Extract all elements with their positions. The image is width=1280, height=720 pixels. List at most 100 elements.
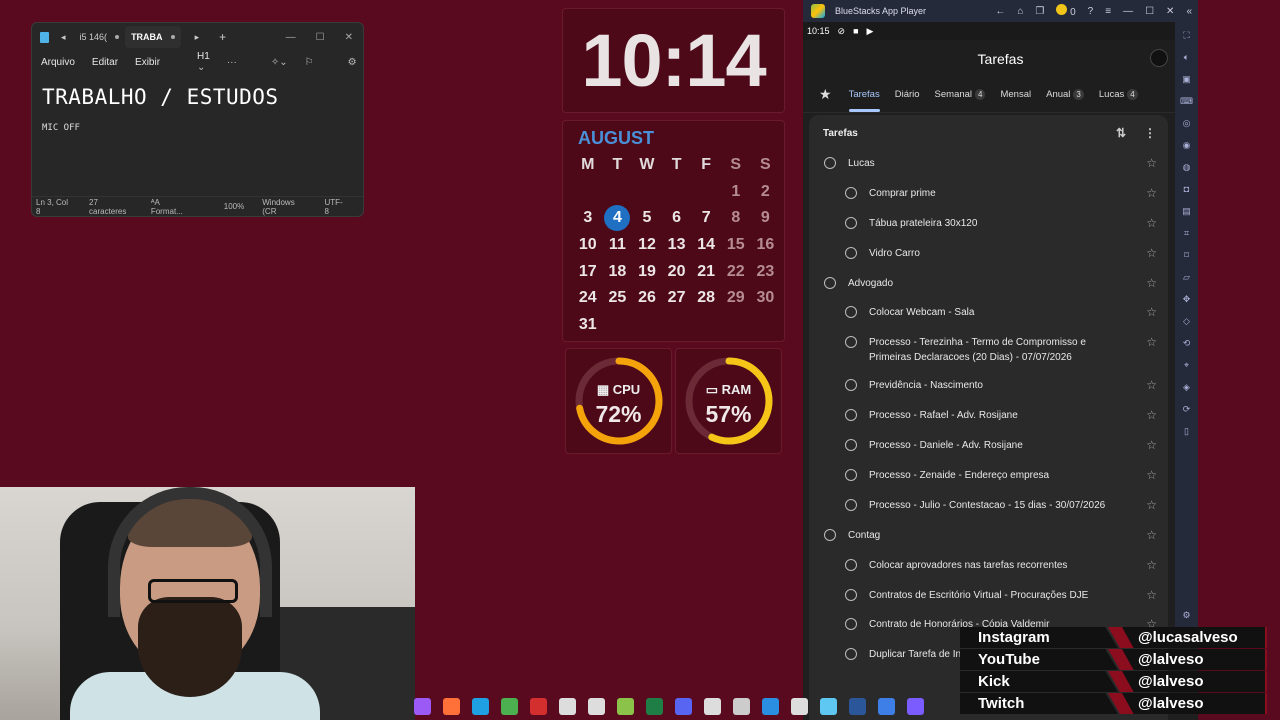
obs-icon[interactable] bbox=[704, 697, 721, 715]
menu-exibir[interactable]: Exibir bbox=[135, 57, 160, 68]
app-icon[interactable] bbox=[559, 697, 576, 715]
tab-diário[interactable]: Diário bbox=[895, 89, 920, 100]
complete-checkbox[interactable] bbox=[845, 306, 857, 319]
location-icon[interactable]: ⌖ bbox=[1184, 358, 1189, 372]
tab-trabalho[interactable]: TRABA bbox=[125, 26, 181, 48]
complete-checkbox[interactable] bbox=[845, 246, 857, 259]
minimize-button[interactable]: — bbox=[286, 32, 296, 43]
complete-checkbox[interactable] bbox=[824, 528, 836, 541]
tab-scroll-left-icon[interactable]: ◂ bbox=[61, 32, 66, 43]
minimize-button[interactable]: — bbox=[1123, 6, 1133, 17]
record-icon[interactable]: ◉ bbox=[1183, 138, 1191, 152]
notepad-text-area[interactable]: TRABALHO / ESTUDOS MIC OFF bbox=[32, 73, 363, 196]
volume-icon[interactable]: 🔈︎ bbox=[1184, 50, 1189, 64]
menu-arquivo[interactable]: Arquivo bbox=[41, 57, 75, 68]
star-icon[interactable]: ☆ bbox=[1146, 156, 1157, 170]
star-icon[interactable]: ☆ bbox=[1146, 186, 1157, 200]
complete-checkbox[interactable] bbox=[824, 276, 836, 289]
screen-record-icon[interactable]: ⌑ bbox=[1184, 248, 1189, 262]
app-icon[interactable] bbox=[733, 697, 750, 715]
excel-icon[interactable] bbox=[646, 697, 663, 715]
close-button[interactable]: ✕ bbox=[1166, 6, 1174, 17]
task-row[interactable]: Colocar aprovadores nas tarefas recorren… bbox=[809, 553, 1168, 583]
complete-checkbox[interactable] bbox=[845, 186, 857, 199]
keyboard-icon[interactable]: ⌨ bbox=[1180, 94, 1193, 108]
shake-icon[interactable]: ✥ bbox=[1183, 292, 1191, 306]
sidebar-toggle-icon[interactable]: ▯ bbox=[1184, 424, 1189, 438]
word-icon[interactable] bbox=[849, 697, 866, 715]
fullscreen-icon[interactable]: ⛶ bbox=[1183, 28, 1189, 42]
tab-i5[interactable]: i5 146( bbox=[74, 26, 126, 48]
star-icon[interactable]: ☆ bbox=[1146, 468, 1157, 482]
task-row[interactable]: Previdência - Nascimento ☆ bbox=[809, 373, 1168, 403]
collapse-sidebar-icon[interactable]: « bbox=[1186, 6, 1192, 17]
settings-icon[interactable]: ⚙ bbox=[348, 57, 357, 68]
complete-checkbox[interactable] bbox=[845, 439, 857, 452]
notepad-icon[interactable] bbox=[820, 697, 837, 715]
complete-checkbox[interactable] bbox=[845, 216, 857, 229]
star-icon[interactable]: ☆ bbox=[1146, 558, 1157, 572]
star-icon[interactable]: ☆ bbox=[1146, 305, 1157, 319]
folder-icon[interactable]: ▱ bbox=[1183, 270, 1190, 284]
task-row[interactable]: Processo - Rafael - Adv. Rosijane ☆ bbox=[809, 403, 1168, 433]
task-row[interactable]: Colocar Webcam - Sala ☆ bbox=[809, 300, 1168, 330]
help-icon[interactable]: ? bbox=[1088, 6, 1094, 17]
maximize-button[interactable]: ☐ bbox=[316, 32, 325, 43]
task-group-row[interactable]: Contag ☆ bbox=[809, 523, 1168, 553]
maximize-button[interactable]: ☐ bbox=[1145, 6, 1154, 17]
task-row[interactable]: Processo - Daniele - Adv. Rosijane ☆ bbox=[809, 433, 1168, 463]
complete-checkbox[interactable] bbox=[845, 336, 857, 349]
complete-checkbox[interactable] bbox=[845, 469, 857, 482]
complete-checkbox[interactable] bbox=[845, 558, 857, 571]
share-icon[interactable]: ⚐ bbox=[305, 57, 314, 68]
rotate-icon[interactable]: ⟲ bbox=[1183, 336, 1191, 350]
settings-icon[interactable]: ⚙ bbox=[1182, 608, 1190, 622]
formatting-toggle[interactable]: ᴬA Format... bbox=[151, 198, 206, 216]
menu-editar[interactable]: Editar bbox=[92, 57, 118, 68]
more-icon[interactable]: ··· bbox=[227, 57, 237, 68]
starred-tab-star-icon[interactable]: ★ bbox=[819, 86, 832, 103]
vscode-icon[interactable] bbox=[762, 697, 779, 715]
screenshot-icon[interactable]: ⌗ bbox=[1184, 226, 1189, 240]
complete-checkbox[interactable] bbox=[845, 409, 857, 422]
star-icon[interactable]: ☆ bbox=[1146, 335, 1157, 349]
star-icon[interactable]: ☆ bbox=[1146, 378, 1157, 392]
complete-checkbox[interactable] bbox=[824, 157, 836, 169]
task-row[interactable]: Tábua prateleira 30x120 ☆ bbox=[809, 211, 1168, 241]
tab-scroll-right-icon[interactable]: ▸ bbox=[195, 32, 200, 43]
discord-icon[interactable] bbox=[675, 697, 692, 715]
star-icon[interactable]: ☆ bbox=[1146, 528, 1157, 542]
edge-icon[interactable] bbox=[472, 697, 489, 715]
back-icon[interactable]: ← bbox=[995, 6, 1005, 17]
star-icon[interactable]: ☆ bbox=[1146, 216, 1157, 230]
task-row[interactable]: Processo - Terezinha - Termo de Compromi… bbox=[809, 330, 1168, 373]
star-icon[interactable]: ☆ bbox=[1146, 246, 1157, 260]
app-icon[interactable] bbox=[791, 697, 808, 715]
complete-checkbox[interactable] bbox=[845, 618, 857, 631]
copilot-icon[interactable]: ✧⌄ bbox=[271, 57, 288, 68]
star-icon[interactable]: ☆ bbox=[1146, 438, 1157, 452]
apk-icon[interactable]: ▤ bbox=[1182, 204, 1191, 218]
opera-icon[interactable] bbox=[530, 697, 547, 715]
app-icon[interactable] bbox=[878, 697, 895, 715]
app-icon[interactable] bbox=[907, 697, 924, 715]
complete-checkbox[interactable] bbox=[845, 498, 857, 511]
task-row[interactable]: Contratos de Escritório Virtual - Procur… bbox=[809, 583, 1168, 613]
media-icon[interactable]: ▣ bbox=[1182, 72, 1191, 86]
tab-tarefas[interactable]: Tarefas bbox=[848, 89, 880, 112]
complete-checkbox[interactable] bbox=[845, 648, 857, 661]
task-row[interactable]: Processo - Julio - Contestacao - 15 dias… bbox=[809, 493, 1168, 523]
heading-dropdown[interactable]: H1 ⌄ bbox=[197, 51, 210, 73]
tab-lucas[interactable]: Lucas 4 bbox=[1099, 89, 1138, 100]
task-row[interactable]: Vidro Carro ☆ bbox=[809, 241, 1168, 271]
macro-icon[interactable]: ◍ bbox=[1183, 160, 1191, 174]
complete-checkbox[interactable] bbox=[845, 379, 857, 392]
star-icon[interactable]: ☆ bbox=[1146, 276, 1157, 290]
sync-icon[interactable]: ⟳ bbox=[1183, 402, 1191, 416]
eco-mode-icon[interactable]: ◇ bbox=[1183, 314, 1190, 328]
close-button[interactable]: ✕ bbox=[345, 32, 353, 43]
camera-icon[interactable]: ◘ bbox=[1184, 182, 1189, 196]
x-icon[interactable] bbox=[588, 697, 605, 715]
sort-icon[interactable]: ⇅ bbox=[1116, 126, 1126, 140]
multi-instance-icon[interactable]: ❐ bbox=[1035, 6, 1044, 17]
